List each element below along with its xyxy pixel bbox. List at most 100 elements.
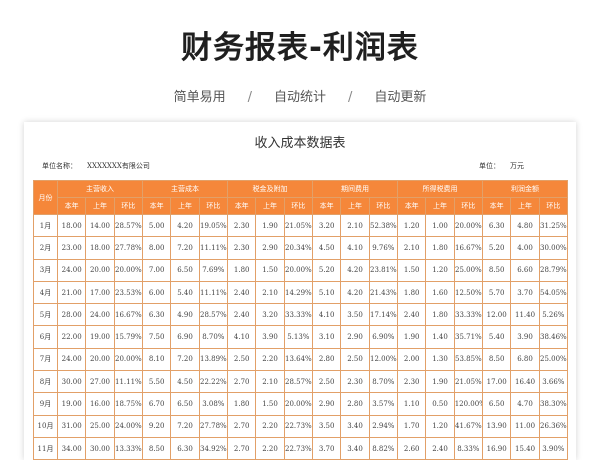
subtitle-item: 自动统计 [273, 90, 326, 105]
table-cell: 13.64% [283, 347, 314, 372]
table-cell: 21.05% [283, 213, 314, 238]
table-cell: 25.00% [538, 347, 569, 372]
table-cell: 18.00 [56, 213, 87, 238]
sub-header: 本年 [142, 197, 172, 215]
table-cell: 52.38% [368, 213, 399, 238]
table-cell: 5.50 [142, 370, 172, 394]
table-row: 5月 28.00 24.00 16.67% 6.30 4.90 28.57% 2.40 3.20… [33, 303, 569, 327]
table-cell: 38.46% [538, 325, 569, 349]
sub-header: 环比 [283, 197, 314, 215]
month-cell: 3月 [33, 258, 58, 282]
table-cell: 24.00 [56, 347, 87, 372]
table-cell: 2.70 [227, 370, 257, 394]
table-cell: 12.00 [482, 303, 512, 327]
table-cell: 41.67% [453, 414, 484, 438]
group-header: 主营成本 [142, 180, 229, 198]
table-cell: 20.00 [85, 347, 115, 372]
sub-header: 上年 [85, 197, 115, 215]
month-cell: 6月 [33, 325, 58, 349]
table-cell: 2.20 [255, 436, 285, 460]
table-cell: 6.70 [142, 392, 172, 416]
table-cell: 13.89% [198, 347, 229, 372]
table-cell: 7.20 [170, 414, 200, 438]
table-cell: 20.00% [113, 347, 144, 372]
sub-header: 环比 [368, 197, 399, 215]
table-cell: 8.10 [142, 347, 172, 372]
table-cell: 17.00 [85, 280, 115, 305]
table-cell: 26.36% [538, 414, 569, 438]
unit-value: 万元 [510, 162, 524, 170]
sub-header: 本年 [482, 197, 512, 215]
table-cell: 13.33% [113, 436, 144, 460]
table-body: 1月 18.00 14.00 28.57% 5.00 4.20 19.05% 2.30 1.90… [33, 213, 569, 460]
table-row: 2月 23.00 18.00 27.78% 8.00 7.20 11.11% 2.30 2.90… [33, 236, 569, 260]
table-cell: 28.57% [113, 213, 144, 238]
table-cell: 2.10 [255, 280, 285, 305]
table-cell: 2.90 [255, 236, 285, 260]
table-cell: 6.90 [170, 325, 200, 349]
table-cell: 14.00 [85, 213, 115, 238]
sub-header: 本年 [56, 197, 87, 215]
unit-name-value: XXXXXXX有限公司 [87, 162, 150, 170]
table-cell: 4.20 [340, 280, 370, 305]
group-header: 所得税费用 [397, 180, 484, 198]
unit-label: 单位： [479, 162, 500, 170]
table-cell: 5.13% [283, 325, 314, 349]
table-cell: 2.30 [397, 370, 427, 394]
table-cell: 23.81% [368, 258, 399, 282]
table-cell: 21.00 [56, 280, 87, 305]
table-cell: 6.80 [510, 347, 540, 372]
table-cell: 16.90 [482, 436, 512, 460]
sub-header: 本年 [227, 197, 257, 215]
table-cell: 54.05% [538, 280, 569, 305]
table-cell: 16.40 [510, 370, 540, 394]
table-cell: 5.20 [312, 258, 342, 282]
sub-header: 上年 [170, 197, 200, 215]
table-cell: 4.20 [340, 258, 370, 282]
table-cell: 22.00 [56, 325, 87, 349]
table-cell: 1.20 [425, 258, 455, 282]
table-cell: 2.40 [227, 303, 257, 327]
table-cell: 24.00 [85, 303, 115, 327]
table-cell: 1.00 [425, 213, 455, 238]
table-cell: 2.90 [312, 392, 342, 416]
table-cell: 20.00% [283, 392, 314, 416]
table-cell: 2.30 [227, 236, 257, 260]
table-cell: 16.00 [85, 392, 115, 416]
table-cell: 2.70 [227, 436, 257, 460]
table-cell: 33.33% [283, 303, 314, 327]
table-cell: 3.90 [255, 325, 285, 349]
month-cell: 7月 [33, 347, 58, 372]
table-cell: 15.79% [113, 325, 144, 349]
month-cell: 9月 [33, 392, 58, 416]
table-cell: 6.00 [142, 280, 172, 305]
table-cell: 1.80 [227, 258, 257, 282]
table-cell: 25.00% [453, 258, 484, 282]
table-cell: 9.20 [142, 414, 172, 438]
table-cell: 1.50 [255, 258, 285, 282]
table-cell: 35.71% [453, 325, 484, 349]
table-cell: 5.40 [482, 325, 512, 349]
group-header: 主营收入 [56, 180, 144, 198]
table-cell: 1.50 [255, 392, 285, 416]
table-cell: 28.79% [538, 258, 569, 282]
table-cell: 3.70 [510, 280, 540, 305]
table-cell: 1.90 [397, 325, 427, 349]
table-cell: 3.40 [340, 414, 370, 438]
table-cell: 4.20 [170, 213, 200, 238]
table-cell: 53.85% [453, 347, 484, 372]
sub-header: 上年 [425, 197, 455, 215]
income-cost-table: 月份 主营收入 主营成本 税金及附加 期间费用 所得税费用 利润金额 本年 上年环… [33, 180, 569, 460]
table-cell: 3.90% [538, 436, 569, 460]
table-cell: 8.82% [368, 436, 399, 460]
table-cell: 2.20 [255, 347, 285, 372]
table-cell: 1.20 [397, 213, 427, 238]
table-cell: 18.75% [113, 392, 144, 416]
table-cell: 8.50 [482, 347, 512, 372]
table-row: 8月 30.00 27.00 11.11% 5.50 4.50 22.22% 2.70 2.10… [33, 370, 569, 394]
table-cell: 31.00 [56, 414, 87, 438]
sub-header: 上年 [255, 197, 285, 215]
table-cell: 19.00 [85, 325, 115, 349]
table-cell: 8.50 [482, 258, 512, 282]
table-cell: 1.20 [425, 414, 455, 438]
